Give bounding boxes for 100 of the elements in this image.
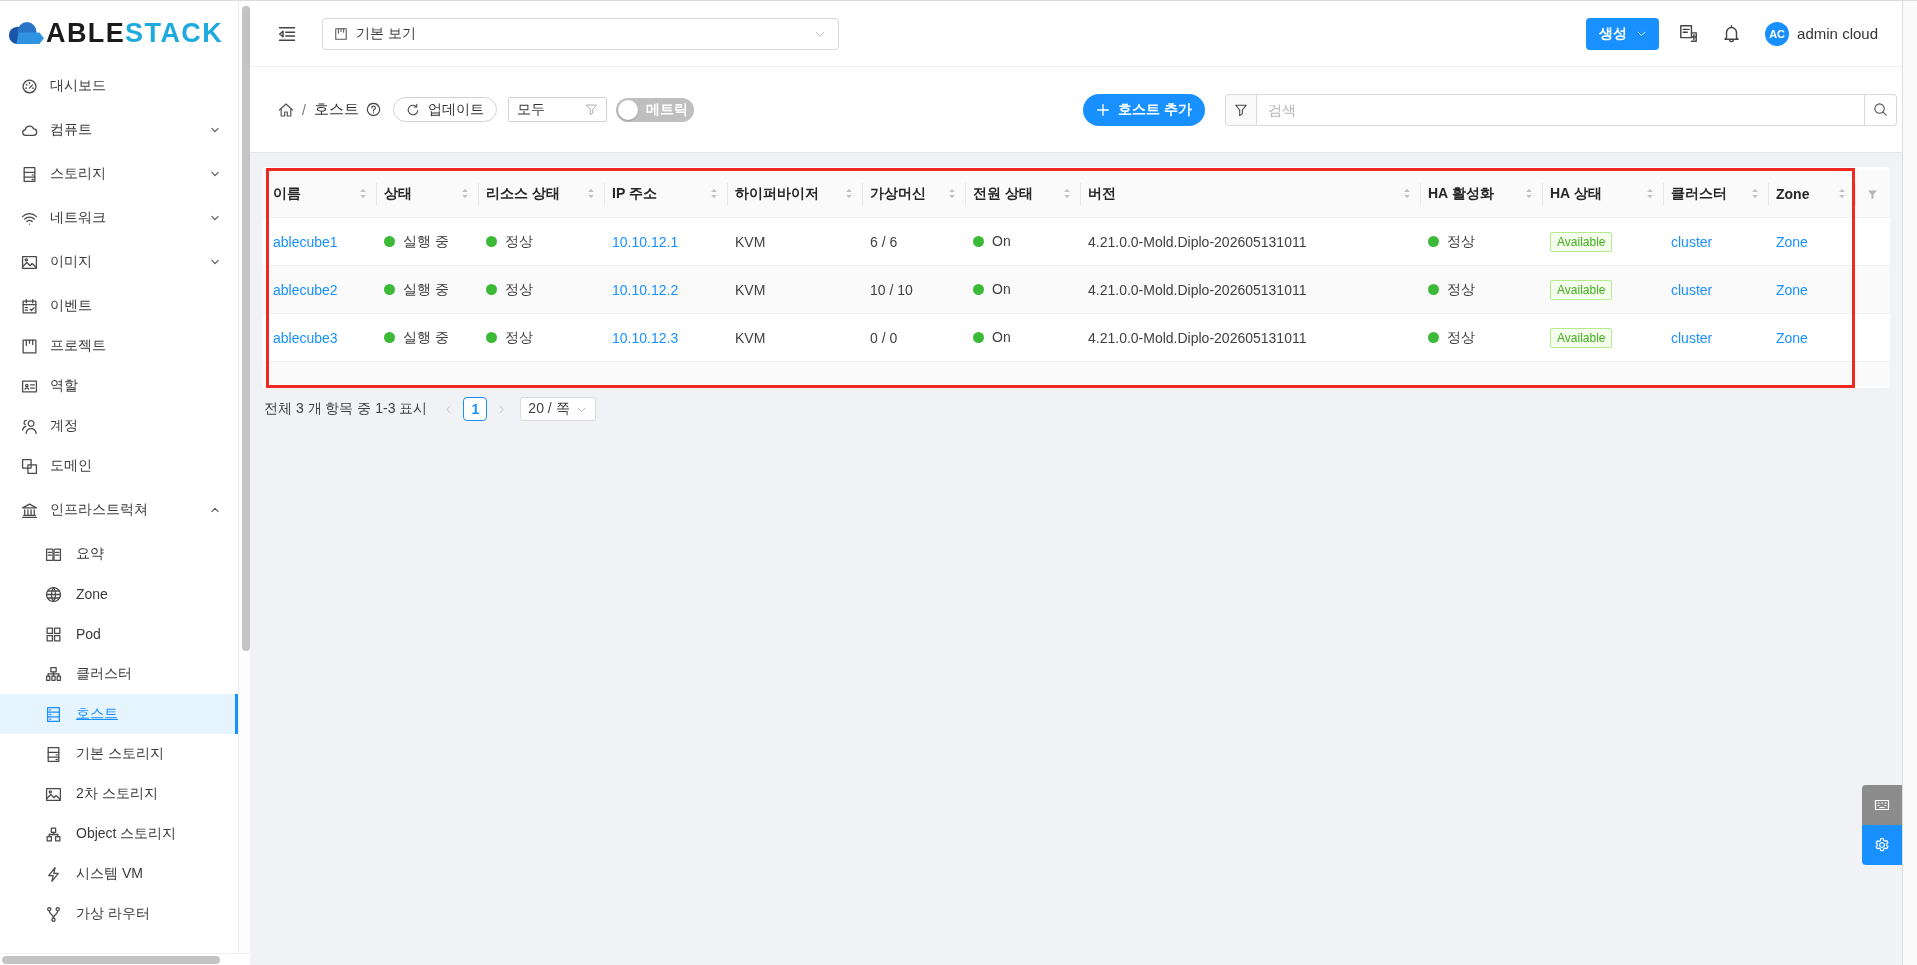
help-icon[interactable] [365, 102, 381, 117]
bell-icon[interactable] [1722, 24, 1742, 43]
sidebar-item[interactable]: Pod [0, 614, 238, 654]
sidebar-item[interactable]: 계정 [0, 406, 238, 446]
sort-icon[interactable] [461, 187, 469, 200]
status-dot-icon [973, 331, 984, 343]
status-text: 실행 중 [403, 280, 449, 299]
sort-icon[interactable] [1063, 187, 1071, 200]
refresh-button[interactable]: 업데이트 [392, 97, 497, 122]
filter-icon [584, 103, 598, 116]
pagination-summary: 전체 3 개 항목 중 1-3 표시 [264, 400, 428, 418]
column-header[interactable]: 하이퍼바이저 [727, 170, 862, 218]
column-header[interactable]: 가상머신 [862, 170, 965, 218]
server-icon [45, 745, 62, 763]
home-icon[interactable] [278, 101, 294, 118]
state-filter-select[interactable]: 모두 [507, 97, 607, 122]
sidebar-item[interactable]: 클러스터 [0, 654, 238, 694]
settings-button[interactable] [1862, 825, 1902, 865]
status-dot-icon [1428, 236, 1439, 247]
page-size-select[interactable]: 20 / 쪽 [520, 397, 597, 421]
filter-icon[interactable] [1866, 188, 1879, 202]
column-header[interactable]: IP 주소 [604, 170, 727, 218]
filter-icon [1234, 102, 1248, 117]
sort-icon[interactable] [1403, 187, 1411, 200]
status-dot-icon [973, 235, 984, 247]
table-cell: 10 / 10 [862, 265, 965, 314]
status-dot-icon [384, 332, 395, 343]
search-button[interactable] [1865, 93, 1897, 126]
plus-icon [1096, 102, 1111, 117]
sort-icon[interactable] [587, 187, 595, 200]
user-name[interactable]: admin cloud [1797, 25, 1878, 42]
status-dot-icon [1428, 284, 1439, 295]
column-header[interactable]: 클러스터 [1663, 170, 1768, 218]
search-field[interactable]: 검색 [1257, 93, 1865, 126]
sidebar-item[interactable]: 대시보드 [0, 66, 238, 106]
sort-icon[interactable] [1646, 187, 1654, 200]
sort-icon[interactable] [845, 187, 853, 200]
sort-icon[interactable] [1525, 187, 1533, 200]
sort-icon[interactable] [948, 187, 956, 200]
sidebar-item[interactable]: 역할 [0, 366, 238, 406]
column-header[interactable]: HA 활성화 [1420, 170, 1542, 218]
sitemap-icon [45, 665, 62, 683]
column-header[interactable]: 상태 [376, 170, 478, 218]
sidebar-item[interactable]: 인프라스트럭쳐 [0, 490, 238, 530]
status-dot-icon [1428, 332, 1439, 343]
status-dot-icon [384, 236, 395, 247]
table-cell: 4.21.0.0-Mold.Diplo-202605131011 [1080, 217, 1420, 266]
column-header[interactable]: Zone [1768, 170, 1855, 218]
calendar-icon [21, 297, 38, 315]
filter-button[interactable] [1225, 93, 1257, 126]
status-text: 실행 중 [403, 328, 449, 347]
status-tag: Available [1550, 279, 1613, 300]
sidebar-item[interactable]: 도메인 [0, 446, 238, 486]
sidebar-item[interactable]: Object 스토리지 [0, 814, 238, 854]
scrollbar-thumb[interactable] [242, 6, 250, 651]
sidebar-item[interactable]: 스토리지 [0, 154, 238, 194]
column-header[interactable]: 버전 [1080, 170, 1420, 218]
gauge-icon [21, 77, 38, 95]
status-tag: Available [1550, 327, 1613, 348]
column-header[interactable]: 이름 [262, 170, 376, 218]
status-text: 정상 [505, 280, 533, 299]
view-select[interactable]: 기본 보기 [322, 17, 839, 50]
sidebar-item[interactable]: 이미지 [0, 242, 238, 282]
sidebar-item[interactable]: 컴퓨트 [0, 110, 238, 150]
search-icon [1873, 102, 1888, 117]
globe-icon [45, 585, 62, 603]
sort-icon[interactable] [1751, 187, 1759, 200]
sidebar-item[interactable]: 기본 스토리지 [0, 734, 238, 774]
sort-icon[interactable] [710, 187, 718, 200]
sidebar-item[interactable]: 2차 스토리지 [0, 774, 238, 814]
sidebar-item[interactable]: 시스템 VM [0, 854, 238, 894]
column-header[interactable]: 전원 상태 [965, 170, 1080, 218]
sidebar-item[interactable]: 요약 [0, 534, 238, 574]
status-text: 실행 중 [403, 232, 449, 251]
image-icon [45, 785, 62, 803]
keyboard-icon [1874, 797, 1890, 813]
column-header[interactable]: HA 상태 [1542, 170, 1663, 218]
bank-icon [21, 501, 38, 519]
status-text: 정상 [1447, 328, 1475, 347]
status-text: On [992, 233, 1011, 250]
translate-icon[interactable] [1679, 24, 1699, 43]
sidebar-item[interactable]: Zone [0, 574, 238, 614]
column-header[interactable]: 리소스 상태 [478, 170, 604, 218]
sort-icon[interactable] [359, 187, 367, 200]
scrollbar-thumb[interactable] [2, 956, 220, 964]
status-text: 정상 [1447, 232, 1475, 251]
keyboard-button[interactable] [1862, 785, 1902, 825]
table-cell: KVM [727, 265, 862, 314]
fork-icon [45, 905, 62, 923]
sidebar-item[interactable]: 이벤트 [0, 286, 238, 326]
table-cell: KVM [727, 313, 862, 362]
breadcrumb-separator: / [302, 101, 306, 118]
sidebar-item[interactable]: 프로젝트 [0, 326, 238, 366]
sidebar-item[interactable]: 네트워크 [0, 198, 238, 238]
status-dot-icon [486, 332, 497, 343]
table-cell: 4.21.0.0-Mold.Diplo-202605131011 [1080, 265, 1420, 314]
sidebar-item[interactable]: 가상 라우터 [0, 894, 238, 934]
sort-icon[interactable] [1838, 187, 1846, 200]
cloud-logo-icon [7, 21, 45, 46]
table-cell: 6 / 6 [862, 217, 965, 266]
